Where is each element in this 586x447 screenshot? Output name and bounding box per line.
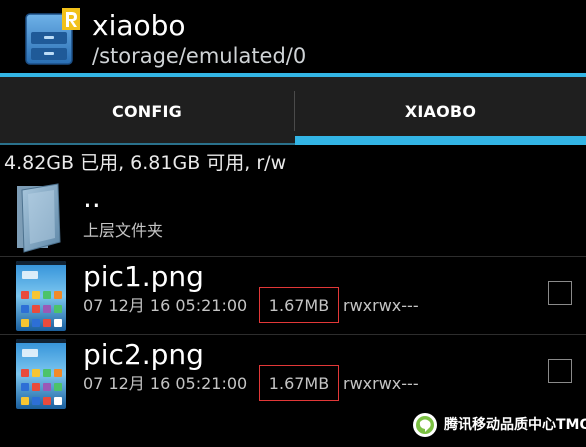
list-item-parent-folder[interactable]: .. 上层文件夹 [0,178,586,257]
storage-status: 4.82GB 已用, 6.81GB 可用, r/w [4,152,287,174]
list-item-file[interactable]: pic2.png 07 12月 16 05:21:00 1.67MB rwxrw… [0,335,586,413]
tab-bar-underline [0,143,295,145]
file-size: 1.67MB [259,365,339,401]
file-permissions: rwxrwx--- [343,296,419,315]
tab-bar: CONFIG XIAOBO [0,77,586,145]
select-checkbox[interactable] [548,281,572,305]
folder-title: xiaobo [92,9,186,42]
file-date: 07 12月 16 05:21:00 [83,296,248,315]
file-name: pic1.png [83,260,204,293]
wechat-official-account-icon [413,413,437,437]
list-item-file[interactable]: pic1.png 07 12月 16 05:21:00 1.67MB rwxrw… [0,257,586,335]
file-size: 1.67MB [259,287,339,323]
parent-folder-label: 上层文件夹 [83,221,164,240]
image-thumbnail-icon [16,261,66,331]
image-thumbnail-icon [16,339,66,409]
watermark-text: 腾讯移动品质中心TMQ [444,417,586,433]
file-name: pic2.png [83,338,204,371]
select-checkbox[interactable] [548,359,572,383]
file-permissions: rwxrwx--- [343,374,419,393]
root-explorer-app-icon[interactable] [22,8,80,66]
file-date: 07 12月 16 05:21:00 [83,374,248,393]
file-name: .. [83,181,101,214]
selected-tab-indicator [295,136,586,145]
folder-icon [17,183,61,253]
action-bar: xiaobo /storage/emulated/0 [0,0,586,74]
current-path: /storage/emulated/0 [92,44,307,68]
watermark: 腾讯移动品质中心TMQ [404,404,586,447]
tab-config[interactable]: CONFIG [0,77,294,145]
tab-xiaobo[interactable]: XIAOBO [295,77,586,145]
